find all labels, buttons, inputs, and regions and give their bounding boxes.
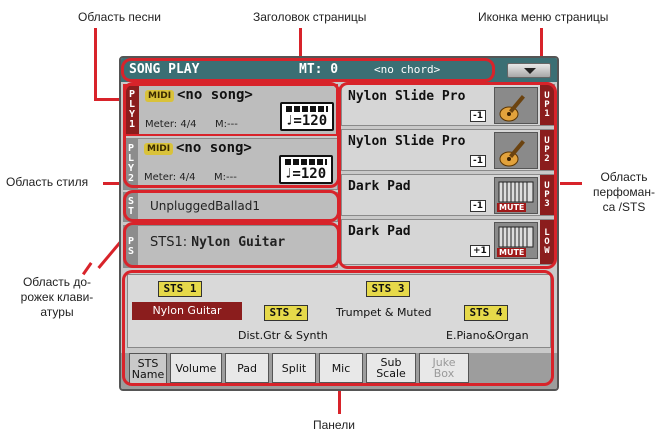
leader-line bbox=[560, 182, 582, 185]
keyboard-tracks-annotation: Область до- рожек клави- атуры bbox=[20, 275, 94, 319]
page-menu-icon-annotation: Иконка меню страницы bbox=[478, 10, 609, 24]
sound-area-highlight bbox=[338, 82, 557, 269]
chevron-down-icon bbox=[524, 68, 536, 74]
leader-line bbox=[338, 390, 341, 414]
song-area-highlight bbox=[123, 82, 340, 188]
style-area-annotation: Область стиля bbox=[6, 175, 89, 189]
panels-annotation: Панели bbox=[313, 418, 355, 432]
page-menu-button[interactable] bbox=[507, 63, 551, 78]
page-header-annotation: Заголовок страницы bbox=[253, 10, 367, 24]
performance-area-annotation: Область перфоман- са /STS bbox=[593, 170, 655, 214]
performance-area-highlight bbox=[123, 222, 340, 268]
panels-highlight bbox=[122, 270, 554, 386]
leader-line bbox=[94, 28, 97, 100]
leader-line bbox=[81, 262, 93, 276]
header-highlight bbox=[121, 58, 495, 82]
song-area-annotation: Область песни bbox=[78, 10, 161, 24]
style-area-highlight bbox=[123, 190, 340, 222]
leader-line bbox=[97, 241, 122, 269]
